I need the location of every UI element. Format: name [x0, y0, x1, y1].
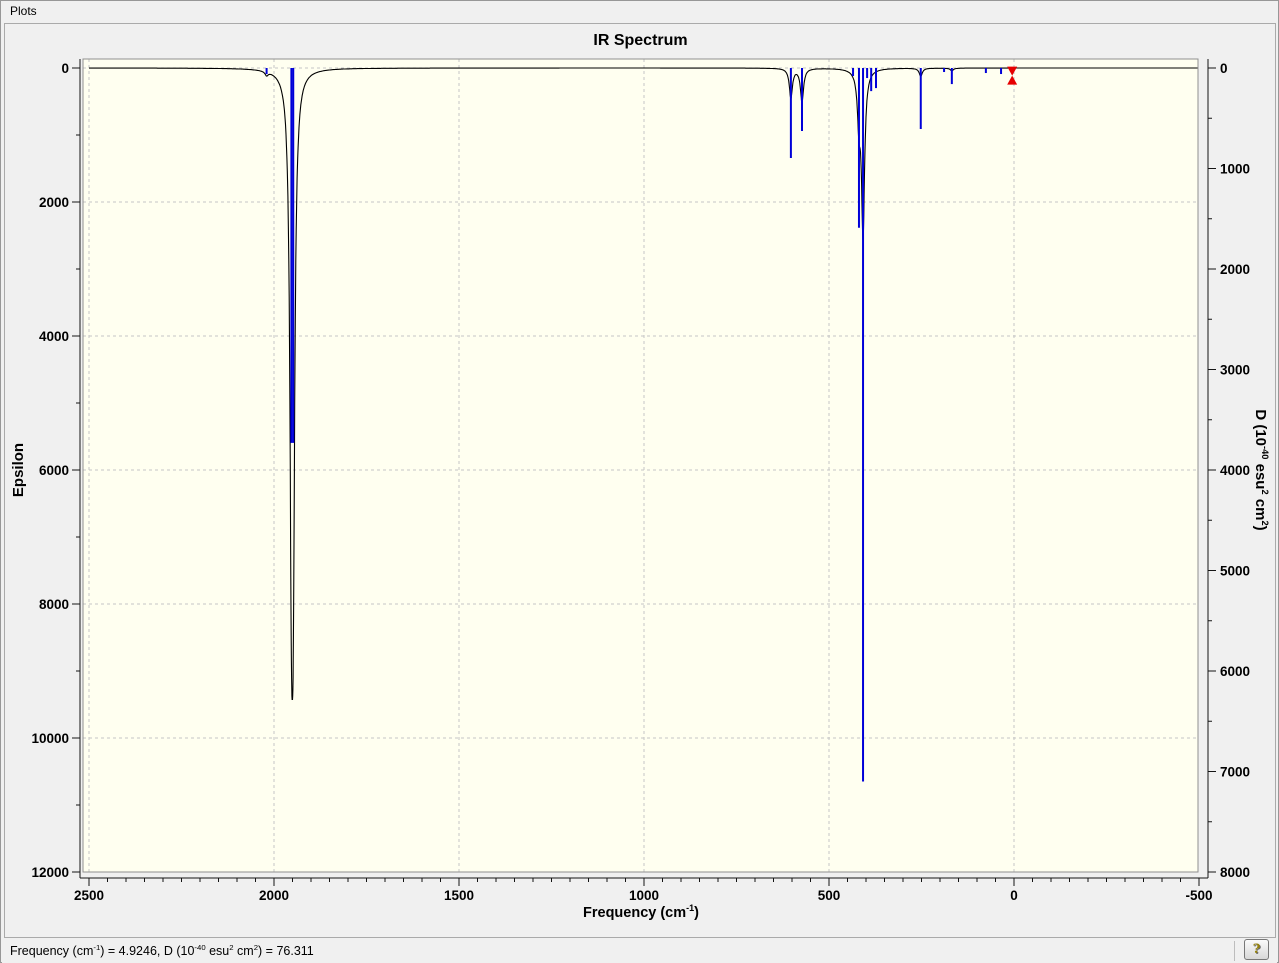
tick-label: 2000 — [259, 888, 289, 903]
tick-label: -500 — [1185, 888, 1212, 903]
tick-label: 10000 — [31, 731, 69, 746]
status-bar: Frequency (cm-1) = 4.9246, D (10-40 esu2… — [2, 939, 1277, 963]
tick-label: 6000 — [39, 463, 69, 478]
tick-label: 8000 — [1220, 865, 1250, 880]
tick-label: 2000 — [39, 195, 69, 210]
y-right-axis-title: D (10-40 esu2 cm2) — [1252, 409, 1270, 531]
ir-spectrum-plot: 0200040006000800010000120000100020003000… — [31, 58, 1250, 903]
tick-label: 0 — [1220, 61, 1228, 76]
tick-label: 12000 — [31, 865, 69, 880]
tick-label: 4000 — [1220, 463, 1250, 478]
tick-label: 8000 — [39, 597, 69, 612]
status-separator — [1234, 941, 1235, 961]
tick-label: 4000 — [39, 329, 69, 344]
tick-label: 2500 — [74, 888, 104, 903]
tick-label: 6000 — [1220, 664, 1250, 679]
plot-area[interactable] — [83, 59, 1198, 872]
tick-label: 500 — [818, 888, 841, 903]
y-left-axis-title: Epsilon — [10, 442, 27, 498]
tick-label: 1000 — [1220, 162, 1250, 177]
chart-title: IR Spectrum — [593, 32, 688, 49]
status-readout: Frequency (cm-1) = 4.9246, D (10-40 esu2… — [10, 943, 314, 959]
help-icon: ? — [1252, 942, 1261, 957]
tick-label: 0 — [1010, 888, 1018, 903]
tick-label: 0 — [61, 61, 69, 76]
tick-label: 3000 — [1220, 363, 1250, 378]
tick-label: 2000 — [1220, 262, 1250, 277]
x-axis-title: Frequency (cm-1) — [583, 903, 699, 921]
tick-label: 1000 — [629, 888, 659, 903]
help-button[interactable]: ? — [1244, 939, 1269, 960]
tick-label: 7000 — [1220, 765, 1250, 780]
tick-label: 1500 — [444, 888, 474, 903]
plots-window: Plots 0 2000 4000 6000 8000 10000 12000 0 1000 20… — [0, 0, 1279, 963]
tick-label: 5000 — [1220, 564, 1250, 579]
